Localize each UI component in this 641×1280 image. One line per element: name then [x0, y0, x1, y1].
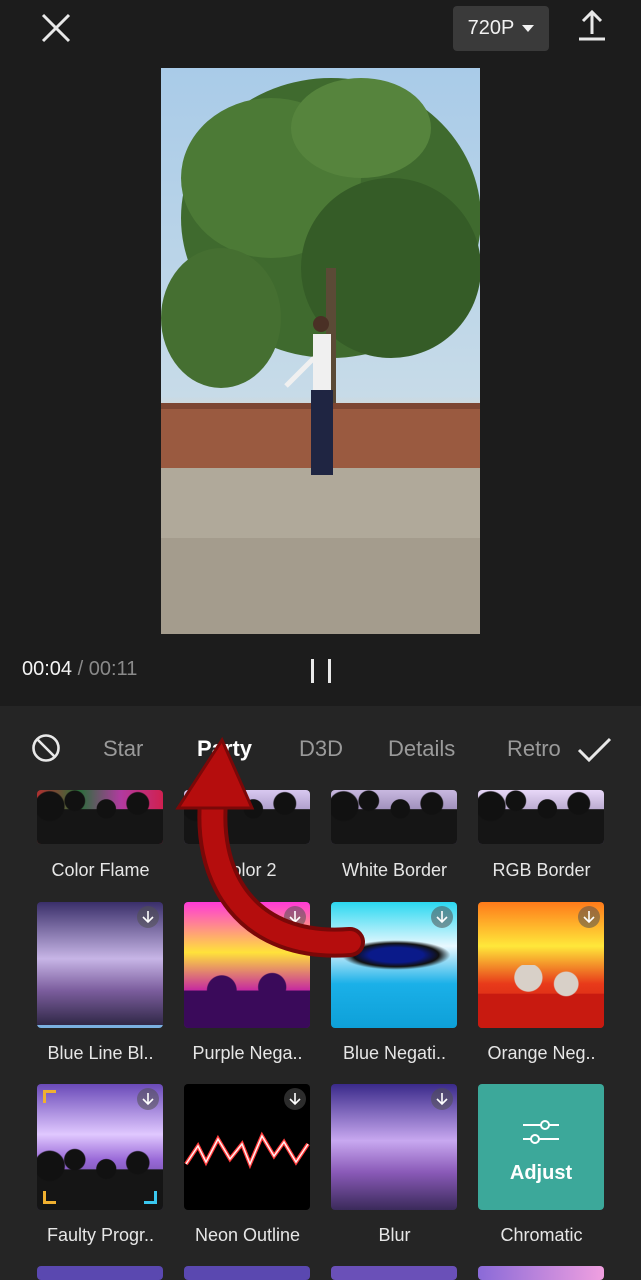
upload-icon [579, 9, 605, 41]
effect-thumb-orange-negative[interactable] [478, 902, 604, 1028]
effect-label: Chromatic [500, 1225, 583, 1245]
caret-down-icon [522, 25, 535, 32]
effect-thumb-neon-outline[interactable] [184, 1084, 310, 1210]
tab-d3d[interactable]: D3D [299, 736, 343, 762]
time-display: 00:04 / 00:11 [22, 658, 137, 681]
download-icon [289, 1093, 301, 1106]
effect-label: Orange Neg.. [487, 1043, 596, 1063]
effect-thumb-chromatic[interactable]: Adjust [478, 1084, 604, 1210]
effect-thumb-row4[interactable] [478, 1266, 604, 1280]
effect-thumb-purple-negative[interactable] [184, 902, 310, 1028]
download-icon [142, 1093, 154, 1106]
pause-icon [311, 659, 314, 683]
corner-bracket-bl [43, 1191, 56, 1204]
download-badge [137, 1088, 159, 1110]
effect-label: Blue Line Bl.. [47, 1043, 154, 1063]
confirm-button[interactable] [574, 730, 614, 770]
export-button[interactable] [572, 6, 612, 46]
close-button[interactable] [36, 8, 76, 48]
checkmark-icon [577, 737, 612, 763]
effect-thumb-blur[interactable] [331, 1084, 457, 1210]
download-badge [284, 906, 306, 928]
no-effect-button[interactable] [30, 732, 62, 764]
blue-line [37, 1025, 163, 1028]
effect-label: RGB Border [492, 860, 591, 880]
resolution-dropdown[interactable]: 720P [453, 6, 549, 51]
effect-label: Blur [378, 1225, 411, 1245]
download-badge [578, 906, 600, 928]
download-badge [137, 906, 159, 928]
tab-retro[interactable]: Retro [507, 736, 561, 761]
effect-label: Purple Nega.. [192, 1043, 303, 1063]
tab-star[interactable]: Star [103, 736, 143, 762]
effect-thumb-color-flame[interactable] [37, 790, 163, 844]
effect-thumb-color-2[interactable] [184, 790, 310, 844]
download-badge [431, 1088, 453, 1110]
pause-button[interactable] [306, 656, 336, 686]
effect-thumb-row4[interactable] [37, 1266, 163, 1280]
download-icon [289, 911, 301, 924]
tab-retro-clip: Retro [507, 736, 562, 762]
effect-thumb-row4[interactable] [184, 1266, 310, 1280]
effect-thumb-white-border[interactable] [331, 790, 457, 844]
download-icon [436, 1093, 448, 1106]
effect-thumb-blue-negative[interactable] [331, 902, 457, 1028]
dark-streak [341, 940, 451, 970]
pause-icon-bar [328, 659, 331, 683]
download-badge [284, 1088, 306, 1110]
sliders-icon [523, 1120, 559, 1144]
total-time: 00:11 [88, 658, 138, 680]
effects-tab-bar: Star Party D3D Details Retro [0, 706, 641, 792]
effect-label: Blue Negati.. [342, 1043, 447, 1063]
close-icon [41, 13, 71, 43]
effect-label: Color Flame [51, 860, 150, 880]
corner-bracket-tl [43, 1090, 56, 1103]
download-icon [583, 911, 595, 924]
preview-frame-image [161, 78, 480, 634]
resolution-label: 720P [467, 17, 515, 39]
effect-label: Neon Outline [194, 1225, 301, 1245]
download-badge [431, 906, 453, 928]
effect-thumb-rgb-border[interactable] [478, 790, 604, 844]
top-bar: 720P [0, 0, 641, 60]
adjust-label[interactable]: Adjust [478, 1162, 604, 1185]
prohibit-icon [32, 734, 60, 762]
tab-party[interactable]: Party [197, 736, 252, 762]
corner-bracket-br [144, 1191, 157, 1204]
effect-label: Color 2 [218, 860, 277, 880]
video-preview[interactable] [161, 68, 480, 634]
tab-details[interactable]: Details [388, 736, 455, 762]
time-separator: / [77, 658, 84, 680]
effect-label: White Border [341, 860, 448, 880]
download-icon [436, 911, 448, 924]
effect-thumb-row4[interactable] [331, 1266, 457, 1280]
current-time: 00:04 [22, 658, 73, 680]
effect-thumb-blue-line-blur[interactable] [37, 902, 163, 1028]
effect-thumb-faulty-progress[interactable] [37, 1084, 163, 1210]
effect-label: Faulty Progr.. [46, 1225, 155, 1245]
download-icon [142, 911, 154, 924]
